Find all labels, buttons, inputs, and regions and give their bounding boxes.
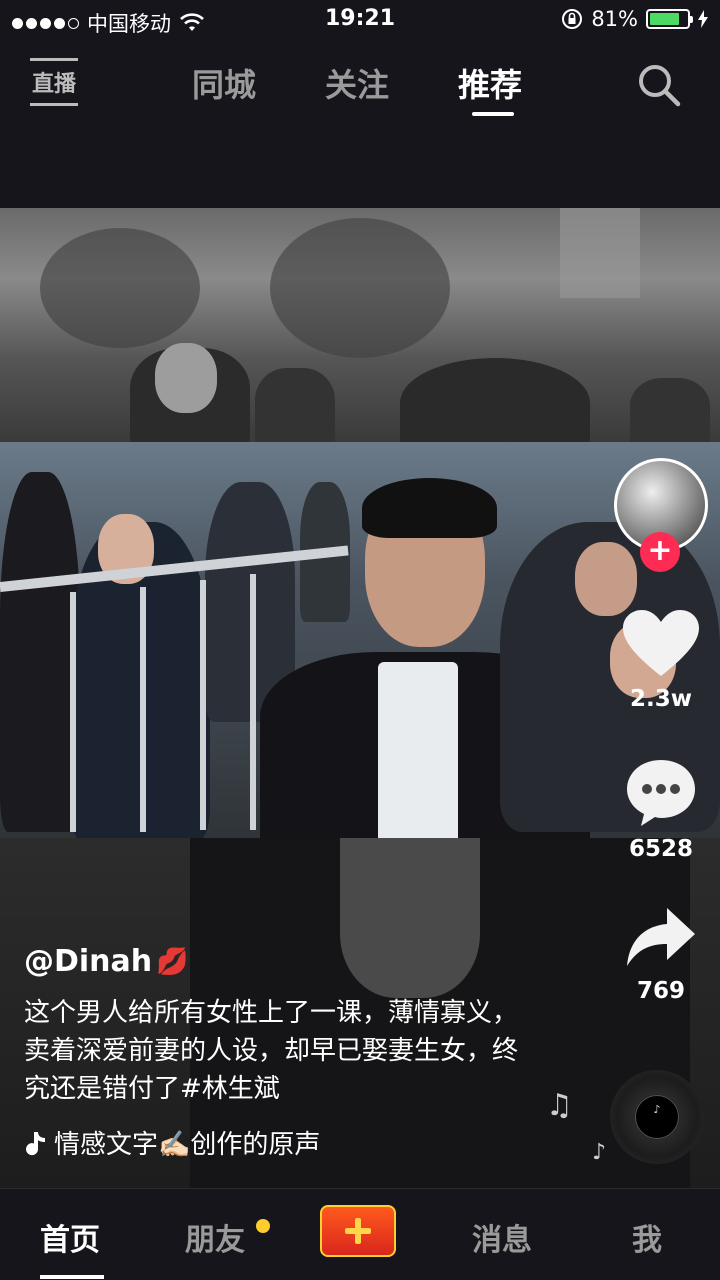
tab-nearby[interactable]: 同城: [192, 60, 256, 106]
floating-note-icon-small: ♪: [592, 1140, 607, 1165]
status-right: 81%: [561, 7, 708, 31]
share-button[interactable]: 769: [616, 906, 706, 1004]
follow-button[interactable]: +: [640, 532, 680, 572]
tab-home[interactable]: 首页: [40, 1215, 100, 1259]
tab-messages[interactable]: 消息: [472, 1215, 532, 1259]
comment-count: 6528: [628, 836, 693, 862]
battery-percent: 81%: [591, 7, 638, 31]
comment-icon: [627, 760, 695, 826]
share-count: 769: [636, 978, 685, 1004]
battery-icon: [646, 9, 693, 29]
live-button[interactable]: 直播: [30, 58, 78, 106]
home-tab-indicator: [40, 1275, 104, 1279]
music-disc-cover: ♪: [635, 1095, 679, 1139]
video-frame-main: [0, 442, 720, 842]
music-disc[interactable]: ♪: [610, 1070, 704, 1164]
video-frame-top: [0, 208, 720, 448]
charging-icon: [698, 10, 708, 28]
plus-icon: [345, 1218, 371, 1244]
top-nav: 直播 同城 关注 推荐: [0, 50, 720, 120]
bottom-tab-bar: 首页 朋友 消息 我: [0, 1188, 720, 1280]
rotation-lock-icon: [562, 9, 583, 29]
music-title[interactable]: 情感文字✍🏻创作的原声: [54, 1124, 320, 1161]
search-icon[interactable]: [636, 62, 682, 108]
like-button[interactable]: 2.3w: [616, 610, 706, 712]
active-tab-indicator: [472, 112, 514, 116]
music-info[interactable]: 情感文字✍🏻创作的原声: [24, 1124, 320, 1161]
author-handle[interactable]: @Dinah: [24, 944, 152, 979]
create-button[interactable]: [320, 1205, 396, 1257]
tab-following[interactable]: 关注: [325, 60, 389, 106]
comment-button[interactable]: 6528: [616, 756, 706, 862]
share-icon: [627, 908, 695, 966]
tab-me[interactable]: 我: [632, 1215, 662, 1259]
heart-icon: [623, 610, 699, 676]
status-bar: 中国移动 19:21 81%: [0, 0, 720, 40]
tab-friends[interactable]: 朋友: [185, 1215, 245, 1259]
video-caption: 这个男人给所有女性上了一课，薄情寡义，卖着深爱前妻的人设，却早已娶妻生女，终究还…: [24, 998, 519, 1104]
like-count: 2.3w: [630, 686, 692, 712]
lips-emoji: 💋: [156, 946, 189, 977]
tab-recommended[interactable]: 推荐: [458, 60, 522, 106]
battery-fill: [650, 13, 680, 25]
friends-badge-dot: [256, 1219, 270, 1233]
floating-note-icon: ♫: [546, 1088, 573, 1123]
author-name[interactable]: @Dinah 💋: [24, 944, 189, 979]
music-note-icon: [26, 1131, 45, 1155]
